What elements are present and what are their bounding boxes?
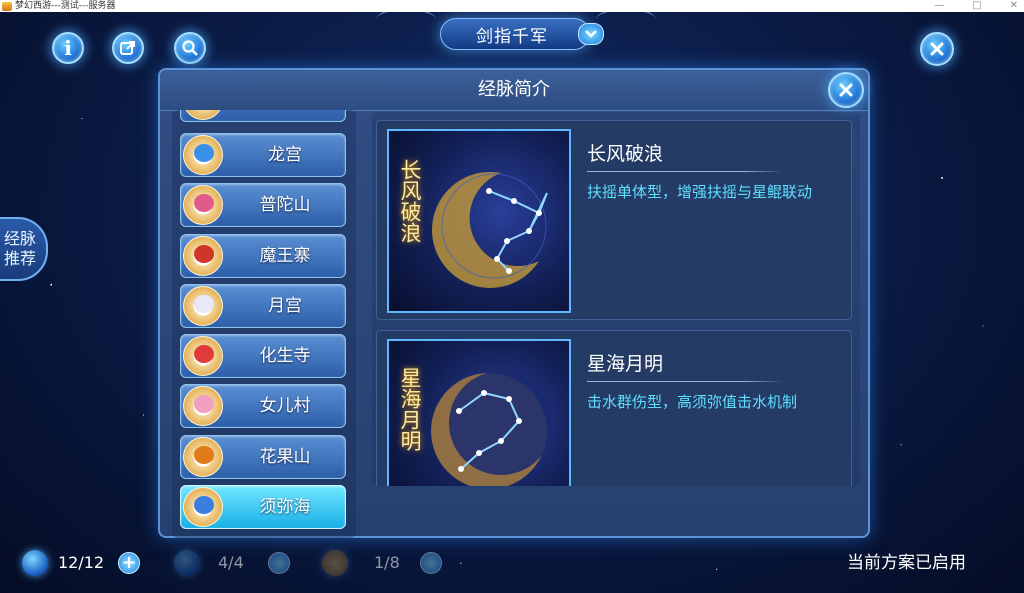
info-icon: i [64,36,72,60]
sect-item-putuo[interactable]: 普陀山 [180,183,346,227]
share-icon [120,41,135,55]
temple-emblem-icon [183,336,223,376]
sect-label: 化生寺 [259,346,311,366]
resource-count: 4/4 [218,553,244,572]
header-title: 剑指千军 [476,26,548,47]
header-title-plate: 剑指千军 [440,18,590,50]
scheme-title: 星海月明 [587,353,664,375]
title-divider [587,381,783,382]
minimize-button[interactable]: — [934,0,944,12]
sect-label: 须弥海 [259,497,311,517]
header-banner: 剑指千军 [440,18,604,52]
scheme-artwork: 星海月明 [387,339,571,486]
monkey-emblem-icon [183,437,223,477]
info-button[interactable]: i [52,32,84,64]
chevron-down-icon [585,30,597,38]
sect-item-longgong[interactable]: 龙宫 [180,133,346,177]
exit-button[interactable] [920,32,954,66]
search-button[interactable] [174,32,206,64]
scheme-title: 长风破浪 [587,143,664,165]
meridian-recommend-tab[interactable]: 经脉 推荐 [0,217,48,281]
title-divider [587,171,783,172]
scheme-card[interactable]: 长风破浪 长风破浪 扶摇单体型，增强扶摇与星鲲联动 [376,120,852,320]
artwork-caption: 星海月明 [398,367,422,451]
side-tab-line2: 推荐 [3,249,36,268]
flower-emblem-icon [183,386,223,426]
sect-item-xumi[interactable]: 须弥海 [180,485,346,529]
share-button[interactable] [112,32,144,64]
sect-item-huasheng[interactable]: 化生寺 [180,334,346,378]
scheme-description: 击水群伤型，高须弥值击水机制 [587,393,798,411]
scheme-description: 扶摇单体型，增强扶摇与星鲲联动 [587,183,813,201]
meridian-points-count: 12/12 [58,553,105,572]
moon-emblem-icon [183,286,223,326]
bottom-bar: 12/12 + 4/4 1/8 当前方案已启用 [0,545,1024,585]
scroll-item-icon [322,550,348,576]
sect-label: 龙宫 [268,145,302,165]
artwork-caption: 长风破浪 [398,159,422,243]
scheme-slot-count: 1/8 [374,553,400,572]
maximize-button[interactable]: □ [972,0,981,12]
sect-item-mowang[interactable]: 魔王寨 [180,234,346,278]
sect-emblem [183,110,223,120]
scheme-card[interactable]: 星海月明 星海月明 击水群伤型，高须弥值击水机制 [376,330,852,486]
sect-item-huaguo[interactable]: 花果山 [180,435,346,479]
window-close-button[interactable]: ✕ [1010,0,1018,12]
sect-label: 普陀山 [259,195,311,215]
window-controls: — □ ✕ [934,0,1018,12]
window-titlebar: 梦幻西游---测试---服务器 — □ ✕ [0,0,1024,12]
close-icon [839,83,853,97]
sect-item-partial[interactable] [180,110,346,122]
sect-label: 花果山 [259,447,311,467]
side-tab-line1: 经脉 [3,229,36,248]
scheme-list[interactable]: 长风破浪 长风破浪 扶摇单体型，增强扶摇与星鲲联动 星海月明 星海月明 击水群伤… [372,112,860,486]
wave-emblem-icon [183,487,223,527]
sect-list[interactable]: 龙宫 普陀山 魔王寨 月宫 化生寺 女儿村 花果山 须弥海 [172,110,356,538]
window-title: 梦幻西游---测试---服务器 [15,1,116,11]
header-dropdown-button[interactable] [578,23,604,45]
add-resource-button[interactable] [268,552,290,574]
scheme-status-text: 当前方案已启用 [847,553,966,573]
panel-title: 经脉简介 [160,70,868,111]
add-points-button[interactable]: + [118,552,140,574]
add-scheme-button[interactable] [420,552,442,574]
app-icon [2,1,12,11]
sect-label: 月宫 [268,296,302,316]
search-icon [182,40,198,56]
panel-close-button[interactable] [828,72,864,108]
scheme-artwork: 长风破浪 [387,129,571,313]
dragon-emblem-icon [183,135,223,175]
meridian-point-orb-icon [22,550,48,576]
sect-item-nver[interactable]: 女儿村 [180,384,346,428]
sect-label: 女儿村 [259,396,311,416]
sect-item-yuegong[interactable]: 月宫 [180,284,346,328]
close-icon [930,42,944,56]
resource-orb-icon [174,550,200,576]
lotus-emblem-icon [183,185,223,225]
demon-emblem-icon [183,236,223,276]
sect-label: 魔王寨 [259,246,311,266]
